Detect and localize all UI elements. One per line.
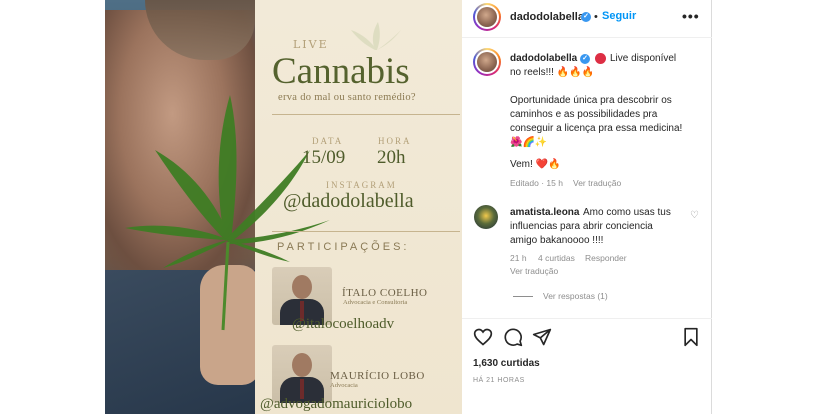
share-icon[interactable] — [532, 327, 552, 347]
red-circle-emoji-icon — [595, 53, 606, 64]
more-options-icon[interactable]: ••• — [682, 8, 700, 24]
comment-like-heart-icon[interactable]: ♡ — [690, 210, 699, 221]
poster-divider — [272, 114, 460, 115]
guest-photo-2 — [272, 345, 332, 403]
post-timestamp: HÁ 21 HORAS — [473, 377, 525, 384]
caption-author-avatar[interactable] — [473, 48, 501, 76]
guest-handle-2: @advogadomauriciolobo — [260, 396, 413, 412]
actions-divider — [462, 318, 712, 319]
poster-date-label: DATA — [312, 136, 344, 146]
commenter-username[interactable]: amatista.leona — [510, 207, 579, 218]
poster-time: 20h — [377, 147, 406, 168]
caption-line-5: conseguir a licença pra essa medicina! — [510, 123, 683, 134]
verified-badge-icon: ✓ — [581, 12, 591, 22]
guest-handle-1: @italocoelhoadv — [292, 316, 395, 332]
author-avatar[interactable] — [473, 3, 501, 31]
caption-line-1: Live disponível — [610, 53, 677, 64]
header-divider — [462, 37, 712, 38]
comment-text-2: influencias para abrir conciencia — [510, 221, 653, 232]
poster-title: Cannabis — [272, 51, 410, 92]
caption-verified-badge-icon: ✓ — [580, 54, 590, 64]
header-separator: • — [594, 11, 598, 23]
caption-username[interactable]: dadodolabella — [510, 53, 577, 64]
poster-divider-2 — [272, 231, 460, 232]
guest-name-1: ÍTALO COELHO — [342, 287, 428, 299]
comment-icon[interactable] — [503, 327, 523, 347]
comment-text-3: amigo bakanoooo !!!! — [510, 235, 604, 246]
caption-see-translation-link[interactable]: Ver tradução — [573, 178, 621, 188]
bookmark-icon[interactable] — [681, 327, 701, 347]
poster-date: 15/09 — [302, 147, 346, 168]
guest-role-2: Advocacia — [330, 382, 358, 389]
poster-subtitle: erva do mal ou santo remédio? — [278, 92, 416, 103]
post-likes-count[interactable]: 1,630 curtidas — [473, 358, 540, 369]
caption-line-3: Oportunidade única pra descobrir os — [510, 95, 672, 106]
author-username[interactable]: dadodolabella — [510, 11, 584, 23]
guest-role-1: Advocacia e Consultoria — [343, 299, 408, 306]
comment-age: 21 h — [510, 253, 527, 263]
guest-name-2: MAURÍCIO LOBO — [330, 370, 425, 382]
post-media[interactable]: LIVE Cannabis erva do mal ou santo reméd… — [105, 0, 462, 414]
commenter-avatar[interactable] — [474, 205, 498, 229]
caption-emoji-line: 🌺🌈✨ — [510, 137, 548, 148]
poster-participations-label: PARTICIPAÇÕES: — [277, 241, 410, 253]
caption-line-2: no reels!!! 🔥🔥🔥 — [510, 67, 595, 78]
heart-icon[interactable] — [473, 327, 493, 347]
caption-edited-time: Editado · 15 h — [510, 178, 563, 188]
instagram-post-page: LIVE Cannabis erva do mal ou santo reméd… — [0, 0, 828, 414]
caption-line-4: caminhos e as possibilidades pra — [510, 109, 658, 120]
comment-reply-button[interactable]: Responder — [585, 253, 627, 263]
poster-host-handle: @dadodolabella — [283, 190, 414, 212]
view-replies-line — [513, 296, 533, 297]
poster-instagram-label: INSTAGRAM — [326, 180, 397, 190]
comment-text-1: Amo como usas tus — [583, 207, 671, 218]
view-replies-button[interactable]: Ver respostas (1) — [543, 291, 608, 301]
poster-time-label: HORA — [378, 136, 412, 146]
comment-see-translation-link[interactable]: Ver tradução — [510, 266, 558, 276]
comment-likes-count[interactable]: 4 curtidas — [538, 253, 575, 263]
follow-button[interactable]: Seguir — [602, 10, 636, 22]
caption-line-7: Vem! ❤️🔥 — [510, 159, 561, 170]
